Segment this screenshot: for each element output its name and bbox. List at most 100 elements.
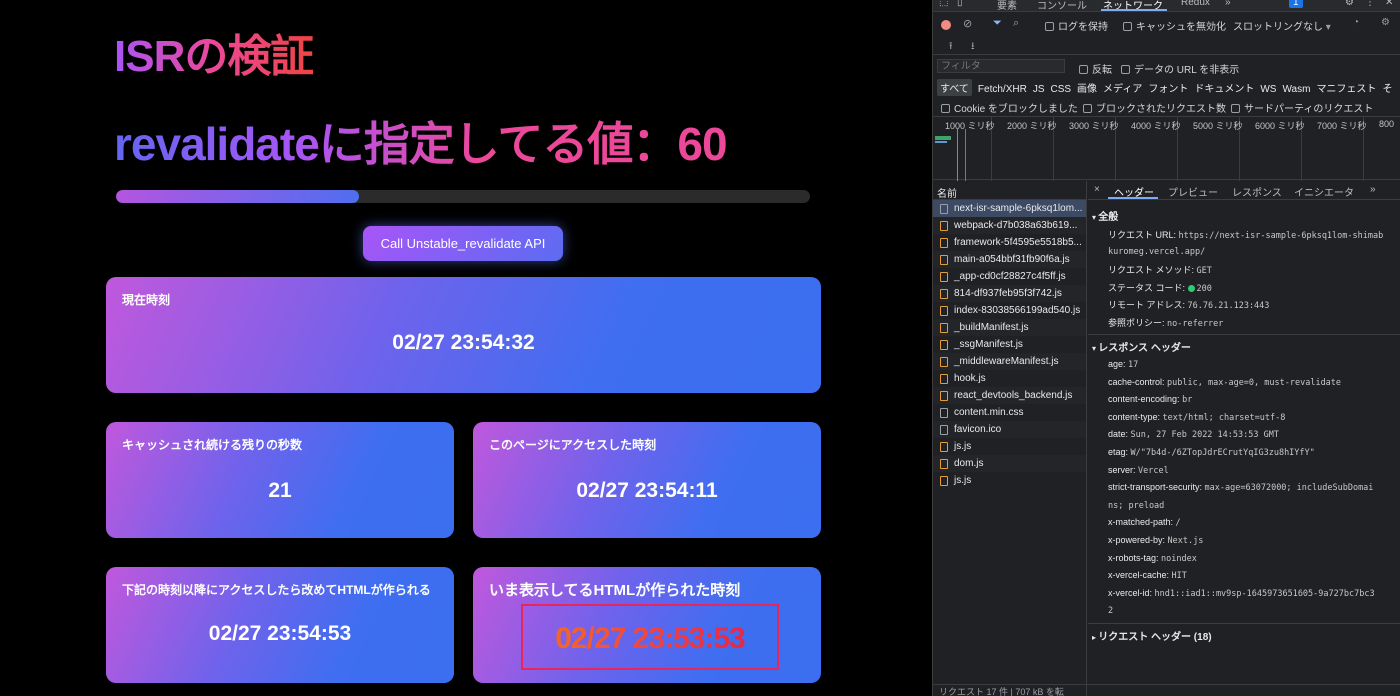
dom-content-loaded-marker [957,129,958,181]
call-revalidate-api-button[interactable]: Call Unstable_revalidate API [363,226,563,261]
more-detail-tabs-icon[interactable]: » [1370,184,1376,195]
header-line: x-matched-path: / [1108,517,1181,528]
export-har-icon[interactable]: ⭳ [971,39,975,56]
throttling-select[interactable]: スロットリングなし ▾ [1233,18,1331,33]
more-tabs-icon[interactable]: » [1225,0,1231,8]
request-name: favicon.ico [954,424,1002,435]
request-row[interactable]: _middlewareManifest.js [933,353,1086,370]
request-row[interactable]: 814-df937feb95f3f742.js [933,285,1086,302]
request-row[interactable]: hook.js [933,370,1086,387]
type-filter-7[interactable]: ドキュメント [1194,80,1254,95]
tab-response[interactable]: レスポンス [1232,184,1282,199]
remaining-seconds-label: キャッシュされ続ける残りの秒数 [122,438,303,452]
header-key: リクエスト URL: [1108,230,1177,240]
request-row[interactable]: webpack-d7b038a63b619... [933,217,1086,234]
network-timeline-overview[interactable]: 1000 ミリ秒 2000 ミリ秒 3000 ミリ秒 4000 ミリ秒 5000 ミリ秒… [933,116,1400,181]
close-details-icon[interactable]: × [1094,184,1100,195]
revalidate-progress-bar [116,190,810,203]
request-headers-toggle[interactable]: リクエスト ヘッダー (18) [1092,628,1211,643]
request-list: 名前 next-isr-sample-6pksq1lom... webpack-d… [933,181,1087,696]
page-title: ISRの検証 [114,20,314,84]
tab-preview[interactable]: プレビュー [1168,184,1218,199]
request-row[interactable]: content.min.css [933,404,1086,421]
network-conditions-icon[interactable]: ◔ [1353,17,1359,28]
import-export-row: ⭱ ⭳ [933,37,1400,55]
header-line: server: Vercel [1108,465,1169,476]
request-row[interactable]: _buildManifest.js [933,319,1086,336]
request-row[interactable]: main-a054bbf31fb90f6a.js [933,251,1086,268]
blocked-cookies-checkbox[interactable]: Cookie をブロックしました [941,100,1078,115]
type-filter-11[interactable]: そ [1382,80,1392,95]
filter-icon[interactable]: ⏷ [993,17,1002,30]
type-filter-4[interactable]: 画像 [1077,80,1097,95]
request-row[interactable]: js.js [933,438,1086,455]
clear-icon[interactable]: ⊘ [963,17,972,30]
tab-redux[interactable]: Redux [1181,0,1210,8]
response-headers-toggle[interactable]: レスポンス ヘッダー [1092,339,1191,354]
import-har-icon[interactable]: ⭱ [949,39,953,56]
search-icon[interactable]: ⌕ [1013,17,1019,30]
tab-console[interactable]: コンソール [1037,0,1087,12]
header-key: server: [1108,464,1136,475]
name-column-header[interactable]: 名前 [933,181,1086,200]
header-key: x-vercel-cache: [1108,570,1170,581]
header-value: HIT [1171,571,1187,582]
request-row[interactable]: framework-5f4595e5518b5... [933,234,1086,251]
request-name: webpack-d7b038a63b619... [954,220,1078,231]
preserve-log-checkbox[interactable]: ログを保持 [1045,18,1108,33]
timeline-tick-label: 800 [1379,119,1395,129]
type-filter-3[interactable]: CSS [1050,84,1071,95]
resource-type-filters: すべて Fetch/XHR JS CSS 画像 メディア フォント ドキュメント WS Wasm マ… [933,79,1400,97]
script-file-icon [940,442,948,452]
filter-input[interactable] [937,59,1065,73]
device-toggle-icon[interactable]: ▯ [957,0,963,8]
network-settings-icon[interactable]: ⚙ [1381,17,1390,28]
request-row[interactable]: next-isr-sample-6pksq1lom... [933,200,1086,217]
header-key: x-robots-tag: [1108,552,1159,563]
request-row[interactable]: js.js [933,472,1086,489]
disable-cache-checkbox[interactable]: キャッシュを無効化 [1123,18,1226,33]
html-generated-label: いま表示してるHTMLが作られた時刻 [489,582,741,599]
document-file-icon [940,408,948,418]
request-row[interactable]: favicon.ico [933,421,1086,438]
header-key: x-matched-path: [1108,517,1174,528]
header-value: Vercel [1138,465,1169,476]
type-filter-2[interactable]: JS [1033,84,1045,95]
request-row[interactable]: index-83038566199ad540.js [933,302,1086,319]
type-filter-1[interactable]: Fetch/XHR [978,84,1027,95]
script-file-icon [940,340,948,350]
kebab-menu-icon[interactable]: ⋮ [1365,0,1375,8]
invert-checkbox[interactable]: 反転 [1079,61,1112,76]
general-section-toggle[interactable]: 全般 [1092,208,1118,223]
request-row[interactable]: _ssgManifest.js [933,336,1086,353]
tab-initiator[interactable]: イニシエータ [1294,184,1354,199]
type-filter-8[interactable]: WS [1260,84,1276,95]
header-value: https://next-isr-sample-6pksq1lom-shimab [1178,231,1384,241]
header-value: 2 [1108,606,1114,617]
header-line: x-vercel-cache: HIT [1108,570,1187,581]
hide-data-urls-checkbox[interactable]: データの URL を非表示 [1121,61,1239,76]
type-filter-9[interactable]: Wasm [1282,84,1310,95]
request-row[interactable]: react_devtools_backend.js [933,387,1086,404]
type-filter-10[interactable]: マニフェスト [1316,80,1376,95]
request-row[interactable]: _app-cd0cf28827c4f5ff.js [933,268,1086,285]
record-icon[interactable] [941,20,951,30]
issues-badge[interactable]: 1 [1289,0,1303,8]
request-row[interactable]: dom.js [933,455,1086,472]
header-value: hnd1::iad1::mv9sp-1645973651605-9a727bc7… [1154,588,1375,599]
third-party-checkbox[interactable]: サードパーティのリクエスト [1231,100,1373,115]
header-value: Next.js [1167,536,1204,546]
header-value: 76.76.21.123:443 [1187,301,1270,311]
tab-elements[interactable]: 要素 [997,0,1017,12]
settings-gear-icon[interactable]: ⚙ [1345,0,1354,8]
type-filter-6[interactable]: フォント [1148,80,1188,95]
inspect-icon[interactable]: ⬚ [939,0,948,8]
header-line: リモート アドレス: 76.76.21.123:443 [1108,298,1269,311]
close-devtools-icon[interactable]: ✕ [1385,0,1393,8]
type-filter-5[interactable]: メディア [1103,80,1142,95]
timeline-tick-label: 3000 ミリ秒 [1069,121,1119,131]
request-name: js.js [954,441,972,452]
blocked-requests-checkbox[interactable]: ブロックされたリクエスト数 [1083,100,1226,115]
accessed-time-label: このページにアクセスした時刻 [489,438,657,452]
type-filter-0[interactable]: すべて [937,79,972,96]
